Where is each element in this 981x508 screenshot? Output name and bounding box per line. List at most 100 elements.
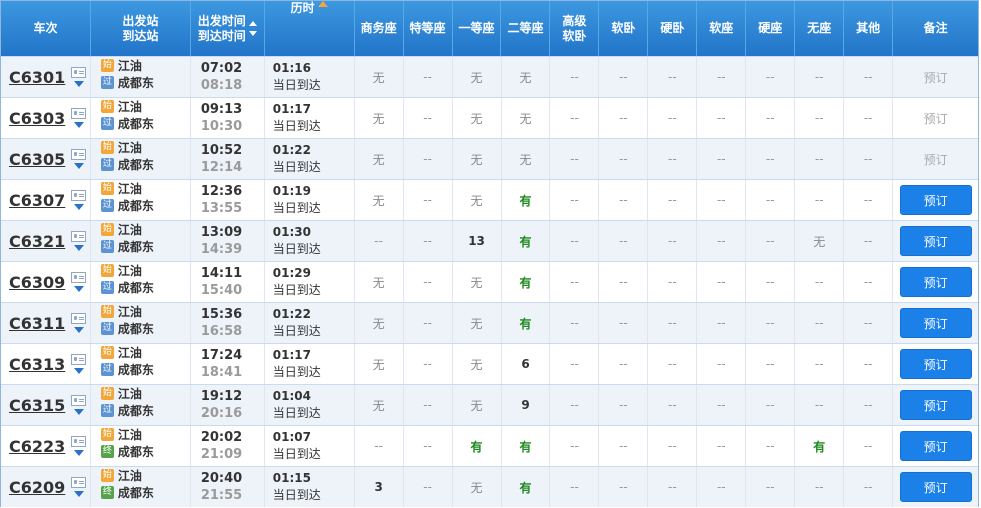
- chevron-down-icon[interactable]: [73, 368, 84, 374]
- seat-availability: 无: [470, 316, 483, 331]
- seat-availability: --: [716, 316, 726, 330]
- seat-no-seat-cell: --: [795, 139, 845, 179]
- book-button[interactable]: 预订: [899, 267, 972, 297]
- time-sort-control[interactable]: [248, 21, 257, 36]
- train-number-link[interactable]: C6321: [9, 232, 65, 251]
- train-number-link[interactable]: C6311: [9, 314, 65, 333]
- col-duration-label[interactable]: 历时: [291, 1, 315, 16]
- table-row: C6223 始 江油 终 成都东 20:02 21:09 01:07 当日到达 …: [1, 425, 978, 466]
- arrival-day: 当日到达: [272, 488, 321, 502]
- train-number-link[interactable]: C6301: [9, 68, 65, 87]
- pass-station-badge: 过: [100, 199, 114, 212]
- chevron-down-icon[interactable]: [73, 163, 84, 169]
- id-card-icon[interactable]: [71, 108, 87, 119]
- station-cell: 始 江油 过 成都东: [91, 385, 191, 425]
- train-number-link[interactable]: C6313: [9, 355, 65, 374]
- col-dep-time[interactable]: 出发时间: [198, 14, 246, 29]
- col-seat-soft-sleeper: 软卧: [599, 1, 649, 56]
- start-station-badge: 始: [100, 264, 114, 277]
- train-number-link[interactable]: C6209: [9, 478, 65, 497]
- train-number-link[interactable]: C6315: [9, 396, 65, 415]
- id-card-icon[interactable]: [71, 313, 87, 324]
- train-detail-toggle[interactable]: [71, 395, 87, 415]
- train-number-link[interactable]: C6305: [9, 150, 65, 169]
- duration-cell: 01:17 当日到达: [265, 344, 355, 384]
- id-card-icon[interactable]: [71, 477, 87, 488]
- duration-value: 01:15: [272, 471, 311, 485]
- sort-up-icon[interactable]: [248, 21, 257, 26]
- sort-down-icon[interactable]: [248, 31, 257, 36]
- book-button[interactable]: 预订: [899, 226, 972, 256]
- train-detail-toggle[interactable]: [71, 190, 87, 210]
- train-detail-toggle[interactable]: [71, 436, 87, 456]
- train-detail-toggle[interactable]: [71, 477, 87, 497]
- chevron-down-icon[interactable]: [73, 204, 84, 210]
- id-card-icon[interactable]: [71, 67, 87, 78]
- chevron-down-icon[interactable]: [73, 409, 84, 415]
- seat-availability: --: [619, 480, 628, 494]
- train-detail-toggle[interactable]: [71, 149, 87, 169]
- chevron-down-icon[interactable]: [73, 286, 84, 292]
- train-number-link[interactable]: C6223: [9, 437, 65, 456]
- chevron-down-icon[interactable]: [73, 450, 84, 456]
- train-detail-toggle[interactable]: [71, 108, 87, 128]
- seat-availability: 无: [372, 111, 385, 126]
- chevron-down-icon[interactable]: [73, 245, 84, 251]
- train-detail-toggle[interactable]: [71, 354, 87, 374]
- seat-first-cell: 无: [453, 57, 502, 97]
- col-duration[interactable]: 历时: [265, 1, 355, 56]
- chevron-down-icon[interactable]: [73, 327, 84, 333]
- seat-hard-seat-cell: --: [746, 262, 796, 302]
- seat-availability: --: [668, 480, 677, 494]
- seat-premium-cell: --: [404, 467, 453, 507]
- chevron-down-icon[interactable]: [73, 122, 84, 128]
- id-card-icon[interactable]: [71, 190, 87, 201]
- id-card-icon[interactable]: [71, 354, 87, 365]
- seat-availability: --: [423, 275, 432, 289]
- from-station-name: 江油: [117, 305, 142, 319]
- id-card-icon[interactable]: [71, 149, 87, 160]
- book-button[interactable]: 预订: [899, 349, 972, 379]
- train-detail-toggle[interactable]: [71, 231, 87, 251]
- book-button[interactable]: 预订: [899, 308, 972, 338]
- seat-availability: --: [668, 152, 677, 166]
- time-cell: 19:12 20:16: [191, 385, 265, 425]
- train-detail-toggle[interactable]: [71, 313, 87, 333]
- chevron-down-icon[interactable]: [73, 491, 84, 497]
- book-button[interactable]: 预订: [899, 185, 972, 215]
- book-button[interactable]: 预订: [899, 390, 972, 420]
- seat-business-cell: 无: [355, 98, 404, 138]
- seat-no-seat-cell: --: [795, 57, 845, 97]
- train-number-link[interactable]: C6309: [9, 273, 65, 292]
- chevron-down-icon[interactable]: [73, 81, 84, 87]
- id-card-icon[interactable]: [71, 272, 87, 283]
- seat-availability: 有: [519, 480, 532, 495]
- to-station-name: 成都东: [117, 240, 154, 254]
- table-row: C6309 始 江油 过 成都东 14:11 15:40 01:29 当日到达 …: [1, 261, 978, 302]
- book-button[interactable]: 预订: [899, 472, 972, 502]
- arrival-day: 当日到达: [272, 365, 321, 379]
- duration-cell: 01:17 当日到达: [265, 98, 355, 138]
- seat-availability: --: [765, 439, 775, 453]
- train-number-link[interactable]: C6307: [9, 191, 65, 210]
- from-station: 始 江油: [100, 467, 142, 484]
- id-card-icon[interactable]: [71, 436, 87, 447]
- duration-value: 01:07: [272, 430, 311, 444]
- train-detail-toggle[interactable]: [71, 67, 87, 87]
- book-button[interactable]: 预订: [899, 431, 972, 461]
- train-number-link[interactable]: C6303: [9, 109, 65, 128]
- to-station-name: 成都东: [117, 281, 154, 295]
- seat-business-cell: 无: [355, 303, 404, 343]
- seat-no-seat-cell: --: [795, 385, 845, 425]
- seat-deluxe-sleeper-cell: --: [550, 98, 600, 138]
- seat-availability: --: [863, 357, 873, 371]
- duration-sort-icon[interactable]: [317, 1, 328, 7]
- seat-availability: --: [423, 357, 432, 371]
- col-arr-time[interactable]: 到达时间: [198, 29, 246, 44]
- id-card-icon[interactable]: [71, 395, 87, 406]
- to-station: 过 成都东: [100, 279, 154, 296]
- id-card-icon[interactable]: [71, 231, 87, 242]
- train-detail-toggle[interactable]: [71, 272, 87, 292]
- col-times[interactable]: 出发时间 到达时间: [191, 1, 265, 56]
- seat-hard-sleeper-cell: --: [648, 467, 698, 507]
